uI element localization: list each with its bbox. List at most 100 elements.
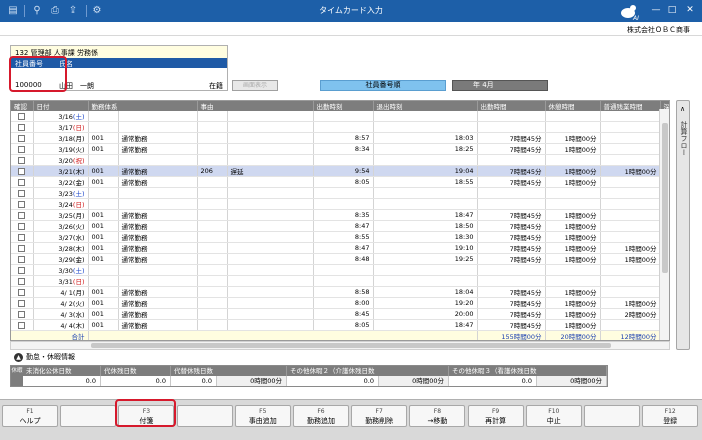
- date-cell[interactable]: 4/ 3(水): [33, 308, 89, 320]
- table-row[interactable]: 3/19(火) 001 通常勤務 8:34 18:25 7時間45分 1時間00分: [11, 143, 669, 155]
- date-cell[interactable]: 3/21(木): [33, 165, 89, 177]
- confirm-checkbox[interactable]: [18, 321, 26, 329]
- reason-cell[interactable]: [227, 143, 314, 155]
- work-pattern-cell[interactable]: 通常勤務: [118, 220, 198, 232]
- date-cell[interactable]: 3/23(土): [33, 187, 89, 199]
- confirm-checkbox[interactable]: [18, 178, 26, 186]
- date-cell[interactable]: 3/29(金): [33, 253, 89, 265]
- confirm-cell[interactable]: [11, 253, 34, 265]
- reason-code-cell[interactable]: [197, 297, 228, 309]
- work-pattern-cell[interactable]: [118, 121, 198, 133]
- reason-cell[interactable]: [227, 198, 314, 210]
- confirm-cell[interactable]: [11, 143, 34, 155]
- fkey-empty-button[interactable]: [176, 405, 233, 427]
- overtime-cell[interactable]: 1時間00分: [600, 297, 661, 309]
- work-hours-cell[interactable]: 7時間45分: [477, 132, 546, 144]
- confirm-checkbox[interactable]: [18, 244, 26, 252]
- confirm-checkbox[interactable]: [18, 156, 26, 164]
- reason-cell[interactable]: [227, 253, 314, 265]
- clock-out-cell[interactable]: [373, 111, 478, 122]
- fkey-f10-button[interactable]: F10 中止: [525, 405, 582, 427]
- reason-code-cell[interactable]: [197, 209, 228, 221]
- overtime-cell[interactable]: [600, 111, 661, 122]
- confirm-checkbox[interactable]: [18, 310, 26, 318]
- header-overtime[interactable]: 普通残業時間: [600, 101, 661, 111]
- work-code-cell[interactable]: 001: [88, 143, 119, 155]
- overtime-cell[interactable]: [600, 319, 661, 331]
- work-hours-cell[interactable]: 7時間45分: [477, 297, 546, 309]
- date-cell[interactable]: 3/18(月): [33, 132, 89, 144]
- work-code-cell[interactable]: 001: [88, 132, 119, 144]
- reason-code-cell[interactable]: [197, 198, 228, 210]
- confirm-checkbox[interactable]: [18, 123, 26, 131]
- date-cell[interactable]: 3/25(月): [33, 209, 89, 221]
- clock-out-cell[interactable]: 18:25: [373, 143, 478, 155]
- work-hours-cell[interactable]: 7時間45分: [477, 308, 546, 320]
- break-hours-cell[interactable]: [545, 111, 601, 122]
- work-pattern-cell[interactable]: 通常勤務: [118, 242, 198, 254]
- clock-in-cell[interactable]: [313, 264, 374, 276]
- reason-code-cell[interactable]: [197, 319, 228, 331]
- clock-in-cell[interactable]: [313, 121, 374, 133]
- break-hours-cell[interactable]: [545, 275, 601, 287]
- confirm-checkbox[interactable]: [18, 134, 26, 142]
- date-cell[interactable]: 3/28(木): [33, 242, 89, 254]
- work-code-cell[interactable]: [88, 154, 119, 166]
- break-hours-cell[interactable]: 1時間00分: [545, 220, 601, 232]
- overtime-cell[interactable]: 1時間00分: [600, 165, 661, 177]
- header-date[interactable]: 日付: [33, 101, 89, 111]
- fkey-f12-button[interactable]: F12 登録: [642, 405, 699, 427]
- confirm-checkbox[interactable]: [18, 233, 26, 241]
- month-selector[interactable]: 年 4月: [452, 80, 548, 91]
- break-hours-cell[interactable]: [545, 264, 601, 276]
- break-hours-cell[interactable]: [545, 154, 601, 166]
- header-clock-out[interactable]: 退出時刻: [373, 101, 478, 111]
- table-row[interactable]: 3/29(金) 001 通常勤務 8:48 19:25 7時間45分 1時間00分 1時間00…: [11, 253, 669, 265]
- date-cell[interactable]: 3/27(水): [33, 231, 89, 243]
- display-button[interactable]: 画面表示: [232, 80, 278, 91]
- confirm-cell[interactable]: [11, 264, 34, 276]
- work-hours-cell[interactable]: 7時間45分: [477, 242, 546, 254]
- break-hours-cell[interactable]: 1時間00分: [545, 143, 601, 155]
- work-hours-cell[interactable]: 7時間45分: [477, 231, 546, 243]
- confirm-cell[interactable]: [11, 176, 34, 188]
- break-hours-cell[interactable]: [545, 187, 601, 199]
- clock-out-cell[interactable]: [373, 264, 478, 276]
- confirm-cell[interactable]: [11, 154, 34, 166]
- confirm-checkbox[interactable]: [18, 200, 26, 208]
- table-row[interactable]: 3/22(金) 001 通常勤務 8:05 18:55 7時間45分 1時間00分: [11, 176, 669, 188]
- clock-in-cell[interactable]: 8:00: [313, 297, 374, 309]
- confirm-cell[interactable]: [11, 242, 34, 254]
- work-hours-cell[interactable]: [477, 154, 546, 166]
- overtime-cell[interactable]: [600, 154, 661, 166]
- clock-out-cell[interactable]: 19:25: [373, 253, 478, 265]
- clock-out-cell[interactable]: 19:10: [373, 242, 478, 254]
- work-pattern-cell[interactable]: 通常勤務: [118, 132, 198, 144]
- confirm-checkbox[interactable]: [18, 189, 26, 197]
- work-code-cell[interactable]: [88, 121, 119, 133]
- work-hours-cell[interactable]: [477, 111, 546, 122]
- confirm-cell[interactable]: [11, 319, 34, 331]
- header-break-hours[interactable]: 休憩時間: [545, 101, 601, 111]
- clock-out-cell[interactable]: [373, 121, 478, 133]
- clock-out-cell[interactable]: 18:55: [373, 176, 478, 188]
- break-hours-cell[interactable]: 1時間00分: [545, 176, 601, 188]
- fkey-f5-button[interactable]: F5 事由追加: [234, 405, 291, 427]
- overtime-cell[interactable]: [600, 143, 661, 155]
- header-confirm[interactable]: 確認: [11, 101, 34, 111]
- work-hours-cell[interactable]: 7時間45分: [477, 165, 546, 177]
- overtime-cell[interactable]: [600, 286, 661, 298]
- date-cell[interactable]: 4/ 2(火): [33, 297, 89, 309]
- clock-in-cell[interactable]: [313, 275, 374, 287]
- overtime-cell[interactable]: [600, 264, 661, 276]
- table-row[interactable]: 3/27(水) 001 通常勤務 8:55 18:30 7時間45分 1時間00分: [11, 231, 669, 243]
- confirm-cell[interactable]: [11, 231, 34, 243]
- reason-code-cell[interactable]: [197, 132, 228, 144]
- reason-cell[interactable]: [227, 264, 314, 276]
- reason-code-cell[interactable]: [197, 187, 228, 199]
- work-pattern-cell[interactable]: 通常勤務: [118, 143, 198, 155]
- confirm-cell[interactable]: [11, 275, 34, 287]
- confirm-cell[interactable]: [11, 132, 34, 144]
- break-hours-cell[interactable]: [545, 198, 601, 210]
- work-pattern-cell[interactable]: 通常勤務: [118, 297, 198, 309]
